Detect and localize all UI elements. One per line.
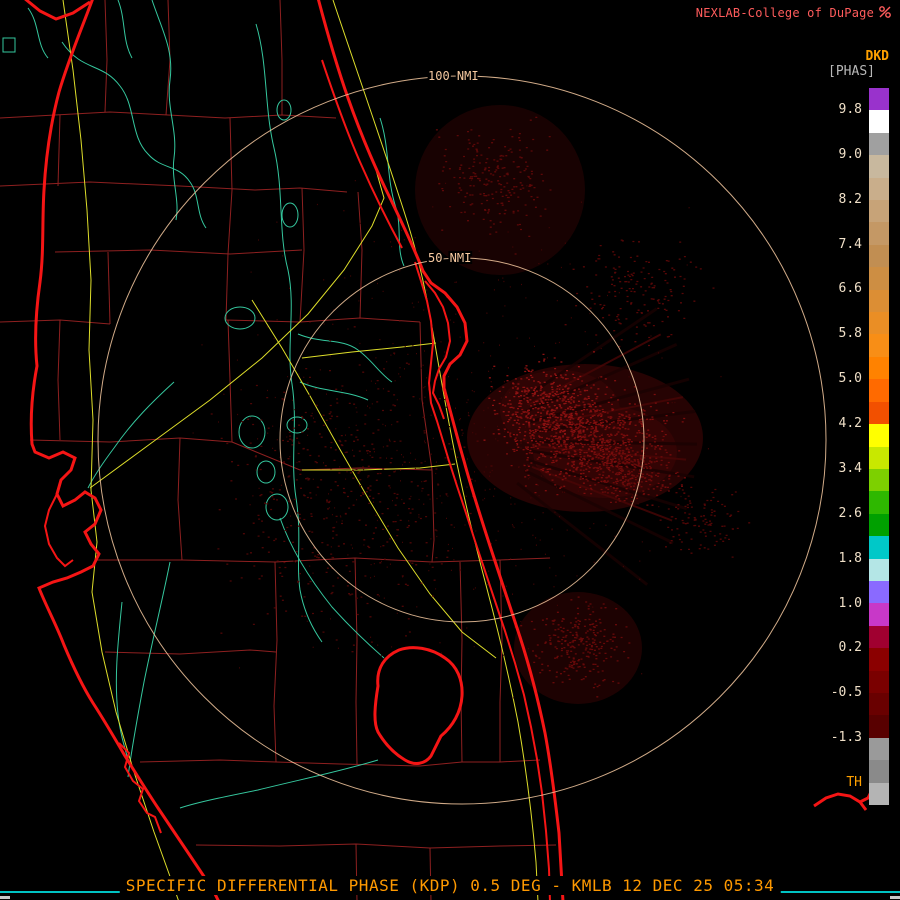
color-scale-segment bbox=[869, 536, 889, 558]
color-scale-segment bbox=[869, 133, 889, 155]
credit-label: NEXLAB-College of DuPage bbox=[696, 6, 874, 20]
color-scale-segment bbox=[869, 312, 889, 334]
color-scale-segment bbox=[869, 491, 889, 513]
color-scale-segment bbox=[869, 424, 889, 446]
echo-speckles bbox=[660, 487, 751, 557]
product-code: DKD bbox=[866, 49, 889, 64]
credit-text: NEXLAB-College of DuPage bbox=[696, 6, 874, 20]
color-scale-segment bbox=[869, 155, 889, 177]
color-scale-segment bbox=[869, 290, 889, 312]
color-scale-segment bbox=[869, 469, 889, 491]
color-scale-segment bbox=[869, 715, 889, 737]
corner-mark-right bbox=[890, 896, 900, 899]
product-title: SPECIFIC DIFFERENTIAL PHASE (KDP) 0.5 DE… bbox=[120, 876, 781, 895]
color-scale-segment bbox=[869, 603, 889, 625]
color-scale-segment bbox=[869, 267, 889, 289]
color-scale-segment bbox=[869, 514, 889, 536]
color-scale-segment bbox=[869, 200, 889, 222]
radar-display: 50 NMI 100 NMI NEXLAB-College of DuPage D… bbox=[0, 0, 900, 900]
color-scale-segment bbox=[869, 783, 889, 805]
color-scale-segment bbox=[869, 648, 889, 670]
color-scale-segment bbox=[869, 402, 889, 424]
color-scale-segment bbox=[869, 738, 889, 760]
color-scale-segment bbox=[869, 88, 889, 110]
radar-map[interactable]: 50 NMI 100 NMI bbox=[0, 0, 900, 900]
color-scale-segment bbox=[869, 222, 889, 244]
color-scale-segment bbox=[869, 178, 889, 200]
color-scale-segment bbox=[869, 626, 889, 648]
color-scale-segment bbox=[869, 760, 889, 782]
color-scale-segment bbox=[869, 334, 889, 356]
echo-speckles bbox=[565, 240, 715, 346]
color-scale-segment bbox=[869, 110, 889, 132]
corner-mark-left bbox=[0, 896, 10, 899]
color-scale-segment bbox=[869, 447, 889, 469]
product-units: [PHAS] bbox=[828, 64, 875, 79]
color-scale-segment bbox=[869, 581, 889, 603]
color-scale bbox=[869, 88, 889, 805]
range-ring-label: 50 NMI bbox=[428, 251, 471, 265]
color-scale-segment bbox=[869, 245, 889, 267]
color-scale-segment bbox=[869, 379, 889, 401]
color-scale-segment bbox=[869, 357, 889, 379]
color-scale-segment bbox=[869, 559, 889, 581]
color-scale-segment bbox=[869, 671, 889, 693]
color-scale-segment bbox=[869, 693, 889, 715]
echo-speckles bbox=[211, 327, 493, 652]
cod-logo-icon bbox=[878, 5, 892, 19]
range-ring-label: 100 NMI bbox=[428, 69, 479, 83]
